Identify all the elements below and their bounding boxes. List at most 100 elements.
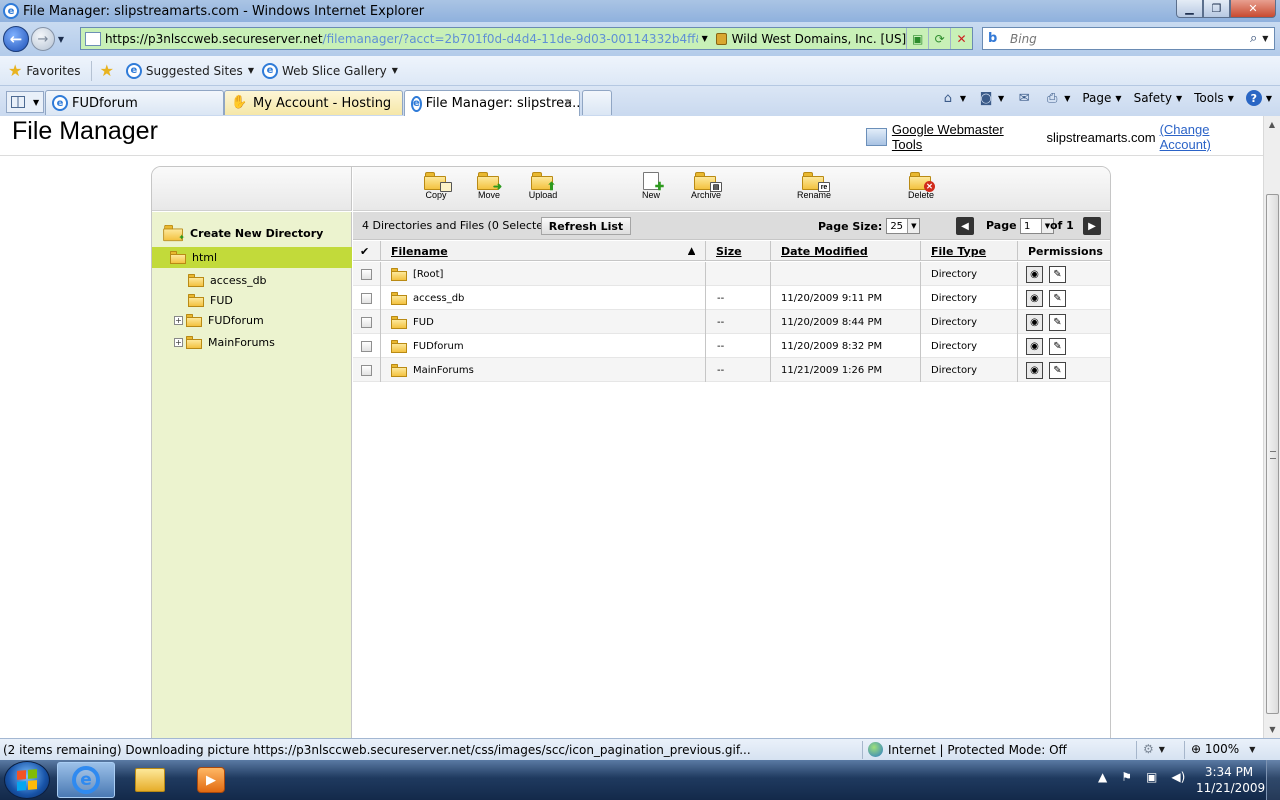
column-filename[interactable]: Filename ▲ (381, 241, 706, 261)
pencil-icon[interactable]: ✎ (1049, 265, 1066, 283)
row-filename[interactable]: access_db (413, 293, 464, 304)
forward-button[interactable]: → (31, 27, 55, 51)
change-account-link[interactable]: (Change Account) (1160, 122, 1263, 152)
row-checkbox[interactable] (361, 340, 372, 352)
show-hidden-icons[interactable]: ▲ (1098, 770, 1107, 784)
tree-item-access-db[interactable]: access_db (188, 274, 267, 287)
add-favorite-button[interactable]: ★ (100, 61, 118, 80)
start-button[interactable] (4, 761, 50, 799)
tools-menu[interactable]: Tools ▼ (1194, 91, 1234, 105)
taskbar-explorer-button[interactable] (121, 762, 179, 798)
expand-icon[interactable]: + (174, 316, 183, 325)
search-box[interactable]: b ⌕ ▼ (982, 27, 1275, 50)
pencil-icon[interactable]: ✎ (1049, 313, 1066, 331)
refresh-list-button[interactable]: Refresh List (541, 217, 631, 235)
page-scrollbar[interactable]: ▲ ▼ (1263, 116, 1280, 738)
security-report[interactable]: Wild West Domains, Inc. [US] (715, 32, 906, 46)
volume-icon[interactable]: ◀) (1171, 770, 1185, 784)
search-icon[interactable]: ⌕ (1250, 31, 1257, 46)
taskbar-clock[interactable]: 3:34 PM 11/21/2009 (1196, 764, 1265, 796)
pencil-icon[interactable]: ✎ (1049, 337, 1066, 355)
table-row[interactable]: FUDforum -- 11/20/2009 8:32 PM Directory… (353, 334, 1110, 358)
address-bar[interactable]: https://p3nlsccweb.secureserver.net/file… (80, 27, 973, 50)
page-number-select[interactable]: 1 ▼ (1020, 218, 1054, 234)
row-filename[interactable]: FUD (413, 317, 434, 328)
eye-icon[interactable]: ◉ (1026, 313, 1043, 331)
print-button[interactable]: ⎙ ▼ (1044, 91, 1070, 106)
maximize-button[interactable]: ❐ (1203, 0, 1230, 18)
eye-icon[interactable]: ◉ (1026, 361, 1043, 379)
table-row[interactable]: [Root] Directory ◉ ✎ (353, 262, 1110, 286)
favorites-button[interactable]: ★ Favorites (8, 61, 81, 80)
search-input[interactable] (1010, 31, 1250, 46)
row-filename[interactable]: MainForums (413, 365, 474, 376)
column-size[interactable]: Size (706, 241, 771, 261)
taskbar-media-player-button[interactable]: ▶ (182, 762, 240, 798)
tree-item-fudforum[interactable]: + FUDforum (174, 314, 264, 327)
tree-item-mainforums[interactable]: + MainForums (174, 336, 275, 349)
row-checkbox[interactable] (361, 364, 372, 376)
page-size-select[interactable]: 25 ▼ (886, 218, 921, 234)
quick-tabs-button[interactable]: ▼ (6, 91, 44, 113)
new-button[interactable]: ✚ New (621, 172, 681, 200)
column-date-modified[interactable]: Date Modified (771, 241, 921, 261)
webmaster-tools-link[interactable]: Google Webmaster Tools (892, 122, 1037, 152)
zoom-control[interactable]: ⊕ 100% ▼ (1191, 742, 1255, 756)
upload-button[interactable]: ⬆ Upload (513, 172, 573, 200)
new-tab-button[interactable] (582, 90, 612, 115)
suggested-sites-button[interactable]: e Suggested Sites ▼ (125, 62, 254, 79)
web-slice-gallery-button[interactable]: e Web Slice Gallery ▼ (261, 62, 398, 79)
pencil-icon[interactable]: ✎ (1049, 361, 1066, 379)
eye-icon[interactable]: ◉ (1026, 337, 1043, 355)
tree-item-fud[interactable]: FUD (188, 294, 233, 307)
row-checkbox[interactable] (361, 268, 372, 280)
tab-fudforum[interactable]: e FUDforum (45, 90, 224, 115)
refresh-icon[interactable]: ⟳ (928, 28, 950, 49)
history-dropdown[interactable]: ▼ (55, 35, 67, 44)
close-button[interactable]: ✕ (1230, 0, 1276, 18)
select-all-checkbox[interactable]: ✔ (353, 241, 381, 261)
taskbar-ie-button[interactable]: e (57, 762, 115, 798)
scroll-thumb[interactable] (1266, 194, 1279, 714)
tab-my-account[interactable]: ✋ My Account - Hosting (224, 90, 403, 115)
network-icon[interactable]: ▣ (1146, 770, 1157, 784)
back-button[interactable]: ← (3, 26, 29, 52)
row-checkbox[interactable] (361, 316, 372, 328)
eye-icon[interactable]: ◉ (1026, 265, 1043, 283)
feeds-button[interactable]: ◙ ▼ (978, 91, 1004, 106)
table-row[interactable]: MainForums -- 11/21/2009 1:26 PM Directo… (353, 358, 1110, 382)
archive-button[interactable]: ▤ Archive (676, 172, 736, 200)
compatibility-view-icon[interactable]: ▣ (906, 28, 928, 49)
column-file-type[interactable]: File Type (921, 241, 1018, 261)
expand-icon[interactable]: + (174, 338, 183, 347)
tab-file-manager[interactable]: e File Manager: slipstrea... ✕ (404, 90, 580, 116)
move-button[interactable]: ➜ Move (459, 172, 519, 200)
next-page-button[interactable]: ▶ (1083, 217, 1101, 235)
address-dropdown[interactable]: ▼ (698, 34, 712, 43)
previous-page-button[interactable]: ◀ (956, 217, 974, 235)
copy-button[interactable]: Copy (406, 172, 466, 200)
delete-button[interactable]: ✕ Delete (891, 172, 951, 200)
search-dropdown[interactable]: ▼ (1262, 34, 1268, 43)
row-checkbox[interactable] (361, 292, 372, 304)
pencil-icon[interactable]: ✎ (1049, 289, 1066, 307)
row-filename[interactable]: [Root] (413, 269, 443, 280)
row-filename[interactable]: FUDforum (413, 341, 464, 352)
page-menu[interactable]: Page ▼ (1082, 91, 1121, 105)
address-url[interactable]: https://p3nlsccweb.secureserver.net/file… (105, 32, 698, 46)
protected-mode-button[interactable]: ⚙ ▼ (1143, 742, 1165, 756)
rename-button[interactable]: re Rename (784, 172, 844, 200)
create-directory-button[interactable]: ✦ Create New Directory (162, 224, 323, 242)
stop-icon[interactable]: ✕ (950, 28, 972, 49)
show-desktop-button[interactable] (1266, 760, 1280, 800)
home-button[interactable]: ⌂ ▼ (940, 91, 966, 106)
safety-menu[interactable]: Safety ▼ (1134, 91, 1183, 105)
table-row[interactable]: access_db -- 11/20/2009 9:11 PM Director… (353, 286, 1110, 310)
scroll-up-icon[interactable]: ▲ (1264, 116, 1280, 133)
eye-icon[interactable]: ◉ (1026, 289, 1043, 307)
table-row[interactable]: FUD -- 11/20/2009 8:44 PM Directory ◉ ✎ (353, 310, 1110, 334)
security-zone[interactable]: Internet | Protected Mode: Off (868, 742, 1067, 757)
help-button[interactable]: ? ▼ (1245, 90, 1272, 106)
tab-list-dropdown[interactable]: ▼ (33, 98, 39, 107)
tree-item-html[interactable]: html (152, 247, 352, 268)
